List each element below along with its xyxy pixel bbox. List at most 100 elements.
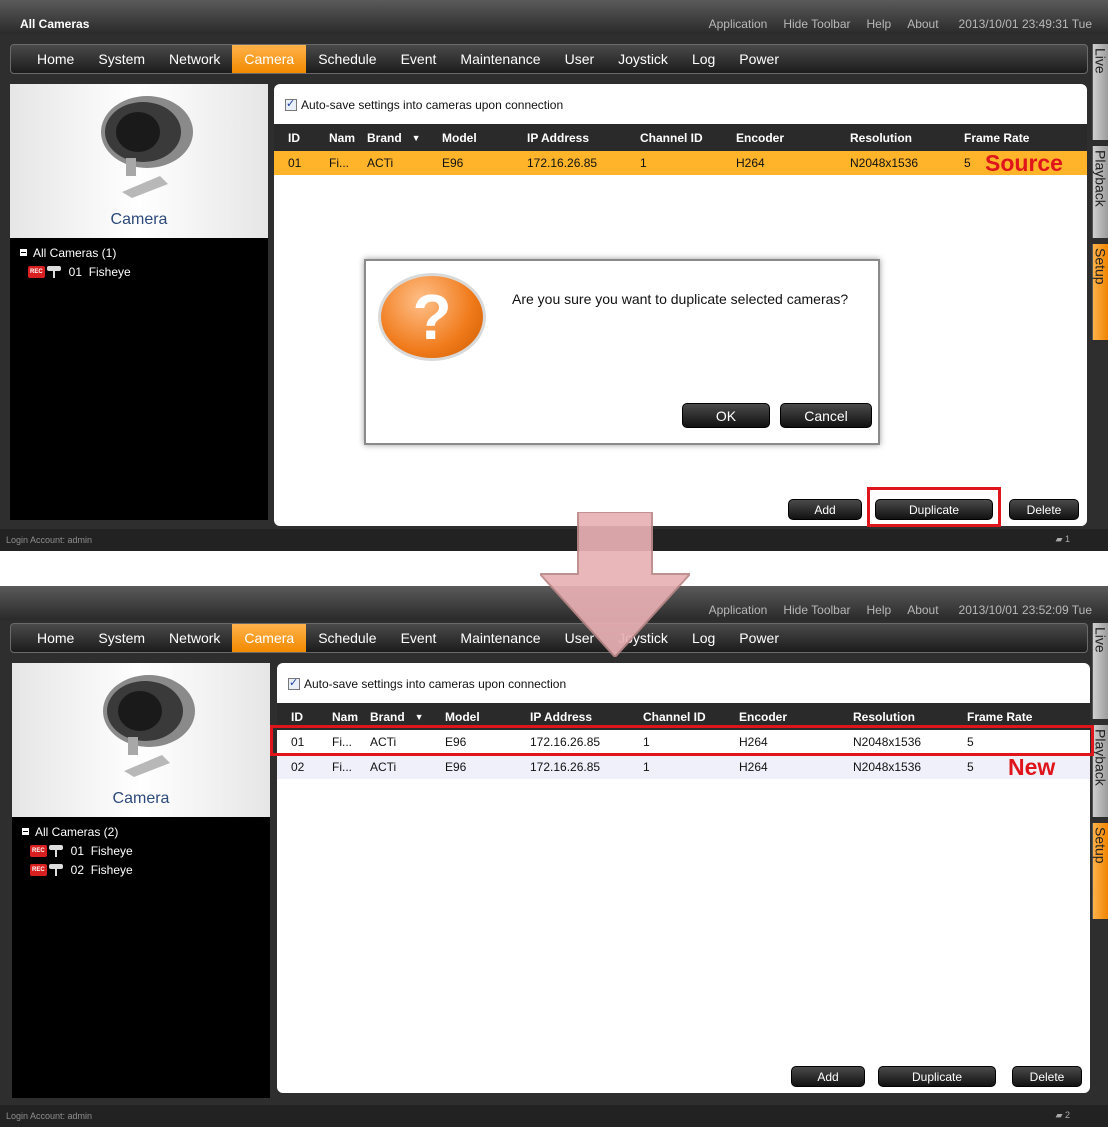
nav-user[interactable]: User bbox=[553, 45, 607, 73]
col-channel[interactable]: Channel ID bbox=[640, 124, 703, 151]
cancel-button[interactable]: Cancel bbox=[780, 403, 872, 428]
col-framerate[interactable]: Frame Rate bbox=[964, 124, 1029, 151]
login-account: Login Account: admin bbox=[6, 1111, 93, 1121]
menu-help[interactable]: Help bbox=[859, 17, 900, 31]
side-tab-playback[interactable]: Playback bbox=[1092, 725, 1108, 817]
col-brand-label: Brand bbox=[367, 130, 402, 145]
top-menu: Application Hide Toolbar Help About 2013… bbox=[701, 603, 1100, 617]
delete-button[interactable]: Delete bbox=[1009, 499, 1079, 520]
clock: 2013/10/01 23:49:31 Tue bbox=[958, 17, 1092, 31]
menu-application[interactable]: Application bbox=[701, 17, 776, 31]
nav-network[interactable]: Network bbox=[157, 624, 232, 652]
tree-item[interactable]: REC 01 Fisheye bbox=[22, 841, 133, 860]
side-tab-setup[interactable]: Setup bbox=[1092, 244, 1108, 340]
main-nav: Home System Network Camera Schedule Even… bbox=[10, 44, 1088, 74]
camera-small-icon bbox=[48, 863, 63, 876]
tree-item-label: 01 Fisheye bbox=[68, 264, 131, 279]
nav-home[interactable]: Home bbox=[25, 45, 86, 73]
tree-root-label: All Cameras (2) bbox=[35, 824, 119, 839]
cell-id: 02 bbox=[291, 760, 305, 774]
camera-label: Camera bbox=[112, 790, 170, 807]
col-id[interactable]: ID bbox=[288, 124, 300, 151]
autosave-label: Auto-save settings into cameras upon con… bbox=[301, 98, 564, 112]
duplicate-button[interactable]: Duplicate bbox=[878, 1066, 996, 1087]
autosave-option[interactable]: Auto-save settings into cameras upon con… bbox=[288, 676, 566, 691]
dialog-message: Are you sure you want to duplicate selec… bbox=[512, 291, 849, 307]
collapse-icon[interactable] bbox=[20, 249, 27, 256]
tree-item[interactable]: REC 02 Fisheye bbox=[22, 860, 133, 879]
cell-id: 01 bbox=[288, 156, 302, 170]
nav-event[interactable]: Event bbox=[389, 624, 449, 652]
nav-log[interactable]: Log bbox=[680, 45, 727, 73]
tree-root[interactable]: All Cameras (1) bbox=[20, 243, 131, 262]
menu-about[interactable]: About bbox=[899, 17, 946, 31]
down-arrow-icon bbox=[540, 512, 690, 657]
nav-event[interactable]: Event bbox=[389, 45, 449, 73]
autosave-option[interactable]: Auto-save settings into cameras upon con… bbox=[285, 97, 564, 112]
menu-help[interactable]: Help bbox=[859, 603, 900, 617]
menu-about[interactable]: About bbox=[899, 603, 946, 617]
col-resolution[interactable]: Resolution bbox=[850, 124, 912, 151]
menu-hide-toolbar[interactable]: Hide Toolbar bbox=[775, 17, 858, 31]
nav-system[interactable]: System bbox=[86, 624, 157, 652]
nav-network[interactable]: Network bbox=[157, 45, 232, 73]
nav-power[interactable]: Power bbox=[727, 624, 791, 652]
camera-tree: All Cameras (2) REC 01 Fisheye REC 02 Fish… bbox=[22, 822, 133, 879]
col-ip[interactable]: IP Address bbox=[527, 124, 589, 151]
side-tab-live[interactable]: Live bbox=[1092, 44, 1108, 140]
side-tab-playback[interactable]: Playback bbox=[1092, 146, 1108, 238]
side-tab-setup[interactable]: Setup bbox=[1092, 823, 1108, 919]
nav-home[interactable]: Home bbox=[25, 624, 86, 652]
clock: 2013/10/01 23:52:09 Tue bbox=[958, 603, 1092, 617]
camera-tree: All Cameras (1) REC 01 Fisheye bbox=[20, 243, 131, 281]
camera-count-value: 1 bbox=[1064, 534, 1070, 544]
tree-root[interactable]: All Cameras (2) bbox=[22, 822, 133, 841]
camera-icon bbox=[103, 675, 195, 777]
nav-power[interactable]: Power bbox=[727, 45, 791, 73]
cell-encoder: H264 bbox=[739, 760, 768, 774]
nav-camera[interactable]: Camera bbox=[232, 624, 307, 652]
side-tab-live[interactable]: Live bbox=[1092, 623, 1108, 719]
camera-header-box: Camera bbox=[12, 663, 270, 817]
cell-channel: 1 bbox=[640, 156, 647, 170]
rec-icon: REC bbox=[30, 863, 47, 876]
nav-system[interactable]: System bbox=[86, 45, 157, 73]
add-button[interactable]: Add bbox=[788, 499, 862, 520]
autosave-checkbox[interactable] bbox=[285, 97, 297, 111]
cell-brand: ACTi bbox=[367, 156, 394, 170]
nav-maintenance[interactable]: Maintenance bbox=[448, 45, 552, 73]
ok-button[interactable]: OK bbox=[682, 403, 770, 428]
camera-label: Camera bbox=[110, 211, 168, 228]
delete-button[interactable]: Delete bbox=[1012, 1066, 1082, 1087]
col-name[interactable]: Nam bbox=[329, 124, 355, 151]
cell-framerate: 5 bbox=[964, 156, 971, 170]
tree-item[interactable]: REC 01 Fisheye bbox=[20, 262, 131, 281]
menu-application[interactable]: Application bbox=[701, 603, 776, 617]
nav-schedule[interactable]: Schedule bbox=[306, 45, 388, 73]
collapse-icon[interactable] bbox=[22, 828, 29, 835]
nav-camera[interactable]: Camera bbox=[232, 45, 307, 73]
col-model[interactable]: Model bbox=[442, 124, 477, 151]
rec-icon: REC bbox=[30, 844, 47, 857]
rec-icon: REC bbox=[28, 265, 45, 278]
add-button[interactable]: Add bbox=[791, 1066, 865, 1087]
table-row[interactable]: 01 Fi... ACTi E96 172.16.26.85 1 H264 N2… bbox=[274, 150, 1087, 176]
table-row[interactable]: 02 Fi... ACTi E96 172.16.26.85 1 H264 N2… bbox=[277, 754, 1090, 780]
nav-schedule[interactable]: Schedule bbox=[306, 624, 388, 652]
nav-joystick[interactable]: Joystick bbox=[606, 45, 680, 73]
screenshot-before: All Cameras Application Hide Toolbar Hel… bbox=[0, 0, 1108, 551]
autosave-checkbox[interactable] bbox=[288, 676, 300, 690]
login-account: Login Account: admin bbox=[6, 535, 93, 545]
top-menu: Application Hide Toolbar Help About 2013… bbox=[701, 17, 1100, 31]
col-encoder[interactable]: Encoder bbox=[736, 124, 784, 151]
cell-name: Fi... bbox=[329, 156, 349, 170]
sort-desc-icon: ▼ bbox=[414, 711, 424, 722]
menu-hide-toolbar[interactable]: Hide Toolbar bbox=[775, 603, 858, 617]
cell-brand: ACTi bbox=[370, 760, 397, 774]
col-brand-label: Brand bbox=[370, 709, 405, 724]
duplicate-highlight bbox=[867, 487, 1001, 527]
cell-model: E96 bbox=[445, 760, 467, 774]
nav-maintenance[interactable]: Maintenance bbox=[448, 624, 552, 652]
new-annotation: New bbox=[1008, 754, 1056, 780]
col-brand[interactable]: Brand ▼ bbox=[367, 124, 421, 151]
